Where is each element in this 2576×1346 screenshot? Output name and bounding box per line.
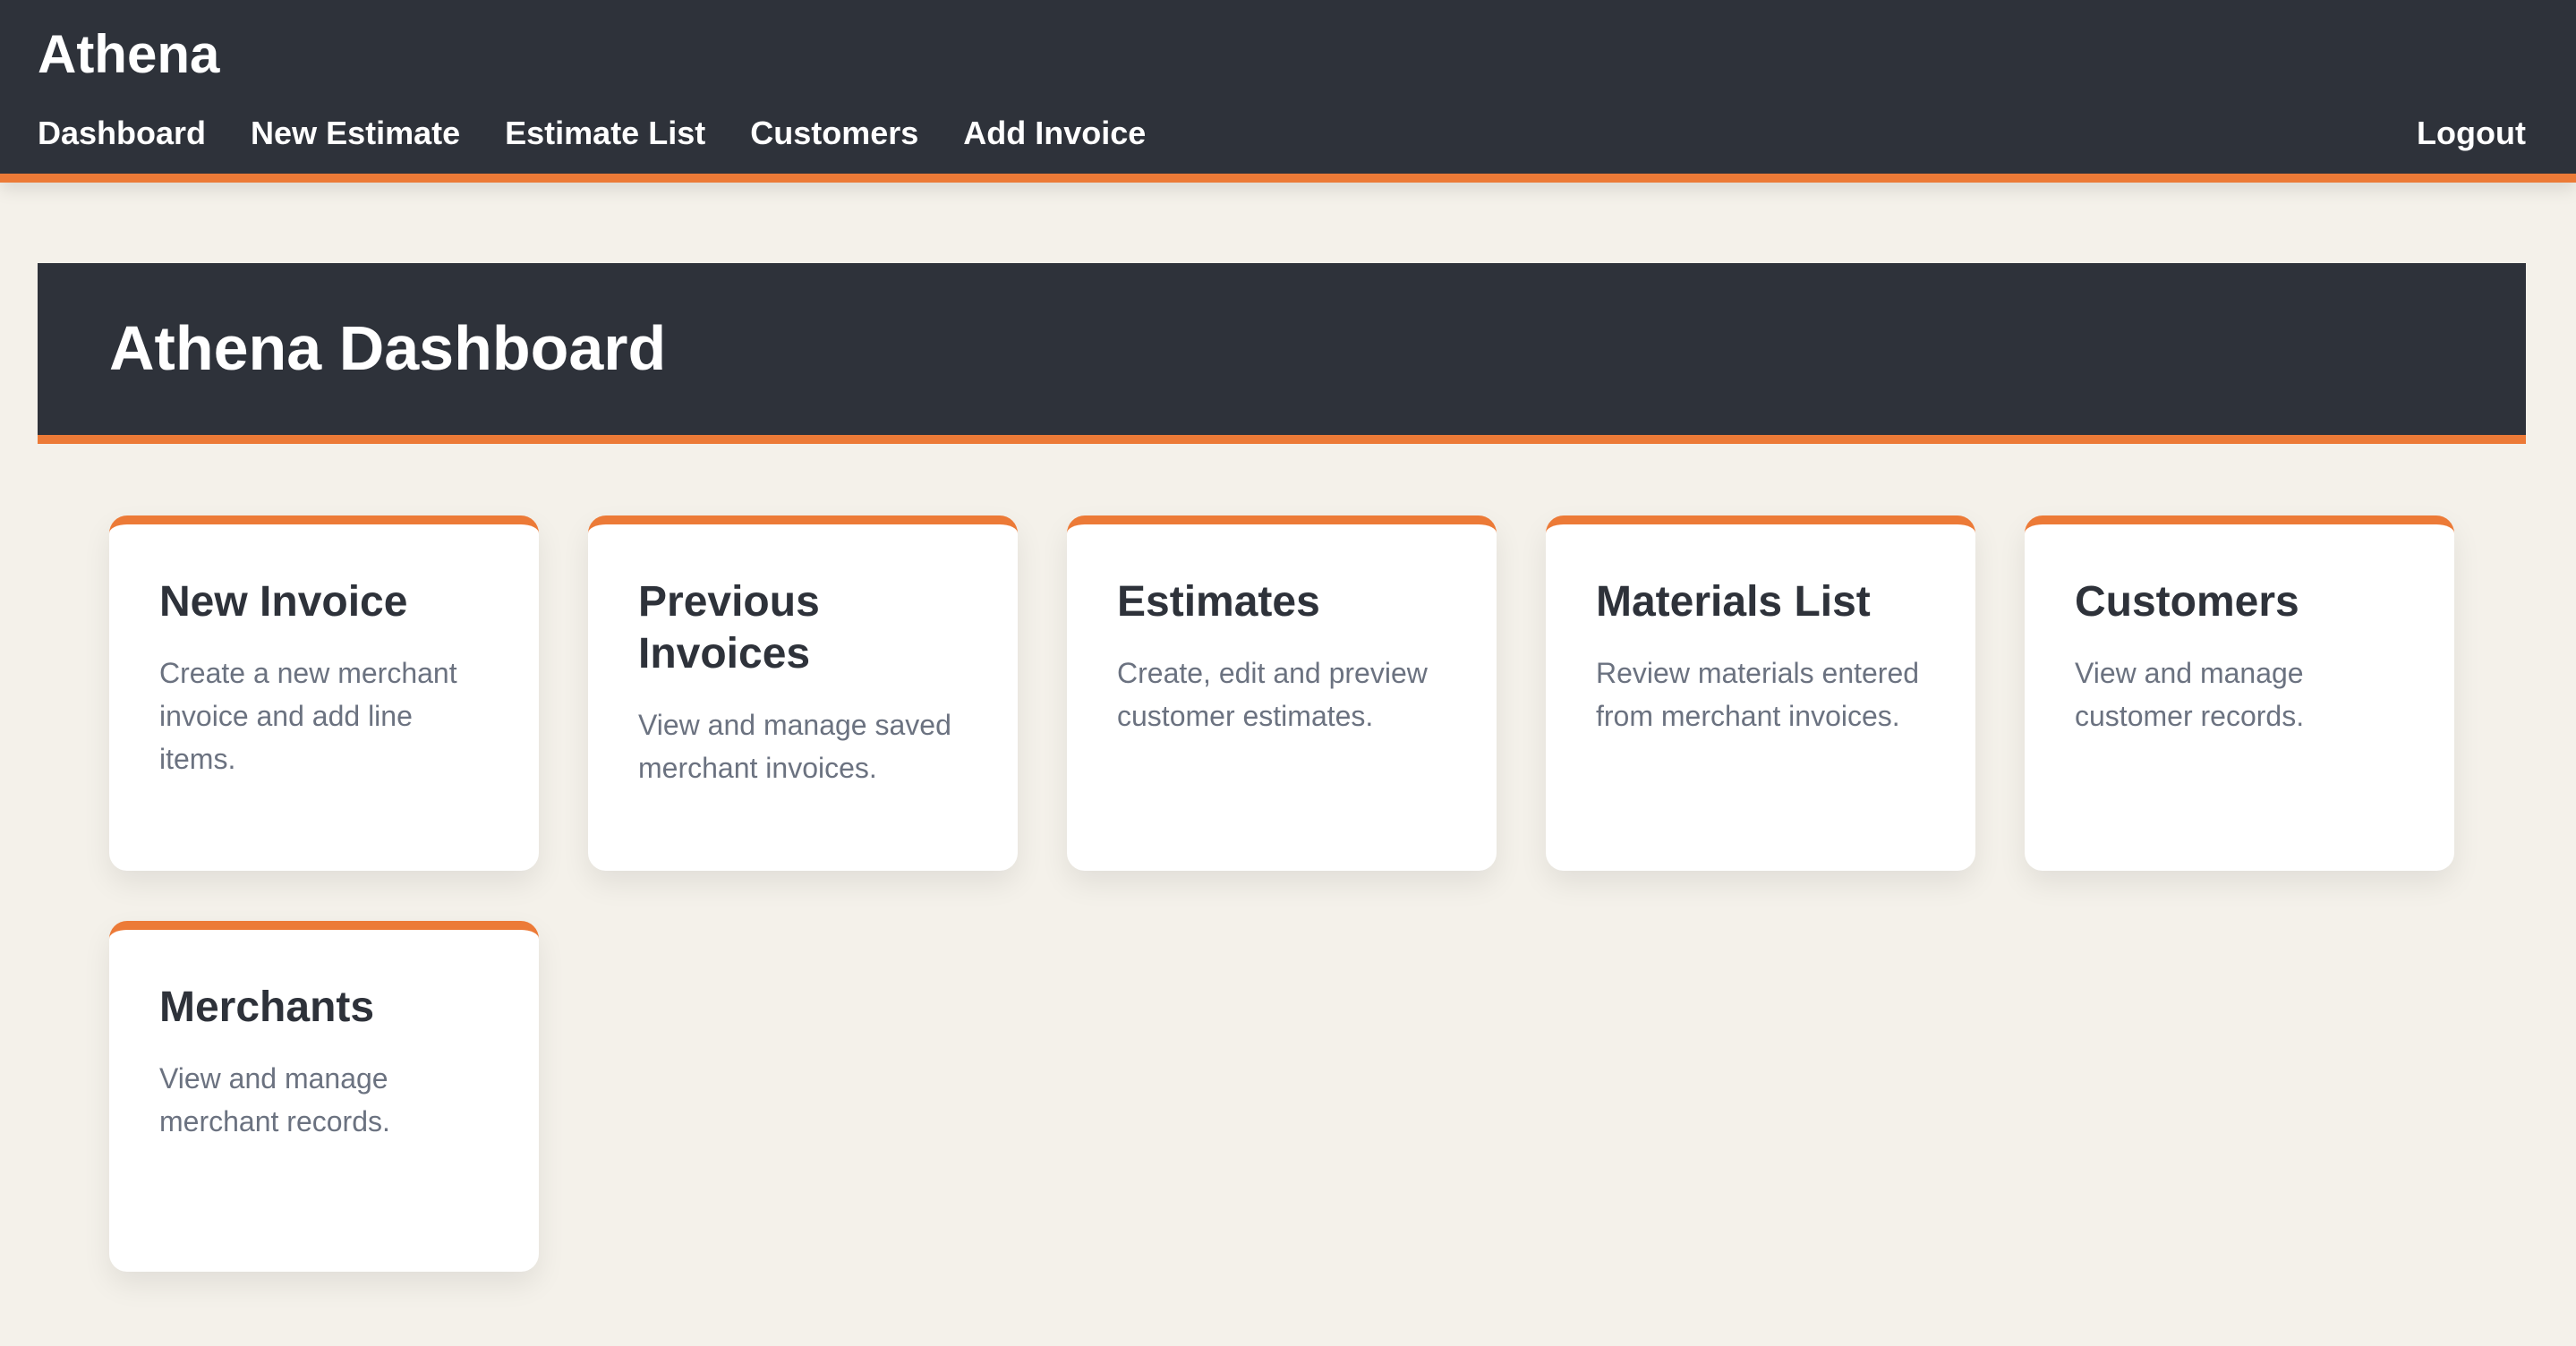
card-materials-list[interactable]: Materials List Review materials entered …	[1546, 515, 1975, 871]
nav-estimate-list[interactable]: Estimate List	[505, 111, 705, 156]
logout-link[interactable]: Logout	[2417, 111, 2526, 156]
nav-add-invoice[interactable]: Add Invoice	[963, 111, 1146, 156]
card-description: View and manage merchant records.	[159, 1062, 390, 1137]
card-description: View and manage customer records.	[2075, 657, 2305, 732]
card-customers[interactable]: Customers View and manage customer recor…	[2025, 515, 2454, 871]
nav-dashboard[interactable]: Dashboard	[38, 111, 206, 156]
card-title: Materials List	[1596, 578, 1871, 626]
card-title: Merchants	[159, 984, 375, 1031]
card-title: Customers	[2075, 578, 2299, 626]
card-description: Create, edit and preview customer estima…	[1117, 657, 1428, 732]
card-previous-invoices[interactable]: Previous Invoices View and manage saved …	[588, 515, 1018, 871]
card-title: New Invoice	[159, 578, 408, 626]
page-banner: Athena Dashboard	[38, 263, 2526, 444]
card-description: Review materials entered from merchant i…	[1596, 657, 1920, 732]
brand-logo[interactable]: Athena	[38, 21, 219, 88]
card-estimates[interactable]: Estimates Create, edit and preview custo…	[1067, 515, 1497, 871]
card-merchants[interactable]: Merchants View and manage merchant recor…	[109, 921, 539, 1272]
card-title: Estimates	[1117, 578, 1320, 626]
card-title: Previous Invoices	[638, 578, 820, 677]
main-nav: Dashboard New Estimate Estimate List Cus…	[38, 111, 1146, 156]
page-title: Athena Dashboard	[109, 313, 667, 383]
dashboard-cards: New Invoice Create a new merchant invoic…	[109, 515, 2454, 1272]
card-new-invoice[interactable]: New Invoice Create a new merchant invoic…	[109, 515, 539, 871]
nav-new-estimate[interactable]: New Estimate	[251, 111, 460, 156]
top-navbar: Athena Dashboard New Estimate Estimate L…	[0, 0, 2576, 183]
card-description: Create a new merchant invoice and add li…	[159, 657, 457, 775]
nav-customers[interactable]: Customers	[750, 111, 918, 156]
card-description: View and manage saved merchant invoices.	[638, 709, 951, 784]
